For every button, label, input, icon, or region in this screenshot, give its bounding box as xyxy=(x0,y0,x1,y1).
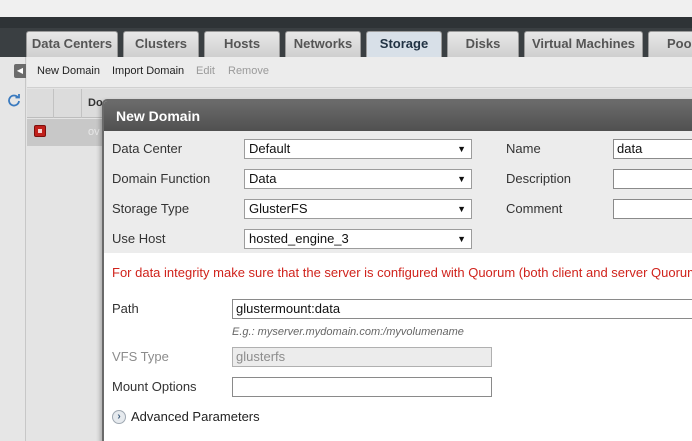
edit-button[interactable]: Edit xyxy=(196,65,215,77)
path-hint: E.g.: myserver.mydomain.com:/myvolumenam… xyxy=(232,326,464,338)
mount-options-input[interactable] xyxy=(232,377,492,397)
new-domain-dialog: New Domain Data Center Default ▼ Domain … xyxy=(102,99,692,441)
left-panel: ◀ xyxy=(0,57,26,441)
tab-clusters[interactable]: Clusters xyxy=(123,31,199,57)
vfs-type-label: VFS Type xyxy=(112,349,169,364)
use-host-label: Use Host xyxy=(112,231,166,246)
tab-data-centers[interactable]: Data Centers xyxy=(26,31,118,57)
top-header-strip xyxy=(0,17,692,28)
action-toolbar: New Domain Import Domain Edit Remove xyxy=(27,57,692,88)
tab-networks[interactable]: Networks xyxy=(285,31,361,57)
mount-options-label: Mount Options xyxy=(112,379,197,394)
storage-type-label: Storage Type xyxy=(112,201,190,216)
grid-header-domain-name[interactable]: Do xyxy=(88,97,103,109)
comment-label: Comment xyxy=(506,201,563,216)
comment-input[interactable] xyxy=(613,199,692,219)
domain-function-select[interactable]: Data ▼ xyxy=(244,169,472,189)
refresh-icon[interactable] xyxy=(7,93,21,107)
tab-pools[interactable]: Poo xyxy=(648,31,692,57)
vfs-type-input: glusterfs xyxy=(232,347,492,367)
import-domain-button[interactable]: Import Domain xyxy=(112,65,184,77)
storage-type-value: GlusterFS xyxy=(249,201,308,216)
chevron-right-icon[interactable]: › xyxy=(112,410,126,424)
domain-function-label: Domain Function xyxy=(112,171,211,186)
data-center-label: Data Center xyxy=(112,141,183,156)
name-input[interactable]: data xyxy=(613,139,692,159)
use-host-value: hosted_engine_3 xyxy=(249,231,349,246)
grid-column-divider xyxy=(53,89,54,118)
grid-column-divider xyxy=(81,89,82,118)
chevron-left-icon[interactable]: ◀ xyxy=(14,64,26,78)
path-label: Path xyxy=(112,301,139,316)
name-label: Name xyxy=(506,141,541,156)
new-domain-button[interactable]: New Domain xyxy=(37,65,100,77)
remove-button[interactable]: Remove xyxy=(228,65,269,77)
triangle-down-icon: ▼ xyxy=(457,234,466,244)
tab-storage[interactable]: Storage xyxy=(366,31,442,57)
storage-type-select[interactable]: GlusterFS ▼ xyxy=(244,199,472,219)
status-down-icon xyxy=(34,125,46,137)
use-host-select[interactable]: hosted_engine_3 ▼ xyxy=(244,229,472,249)
triangle-down-icon: ▼ xyxy=(457,144,466,154)
quorum-warning: For data integrity make sure that the se… xyxy=(112,265,692,280)
dialog-title: New Domain xyxy=(104,101,692,131)
triangle-down-icon: ▼ xyxy=(457,204,466,214)
table-row-name: ov xyxy=(88,126,100,138)
main-tabs: Data Centers Clusters Hosts Networks Sto… xyxy=(0,28,692,57)
top-header xyxy=(0,0,692,17)
triangle-down-icon: ▼ xyxy=(457,174,466,184)
data-center-select[interactable]: Default ▼ xyxy=(244,139,472,159)
dialog-general-section: Data Center Default ▼ Domain Function Da… xyxy=(104,131,692,253)
path-input[interactable]: glustermount:data xyxy=(232,299,692,319)
domain-function-value: Data xyxy=(249,171,277,186)
tab-disks[interactable]: Disks xyxy=(447,31,519,57)
description-label: Description xyxy=(506,171,572,186)
data-center-value: Default xyxy=(249,141,291,156)
advanced-parameters-toggle[interactable]: Advanced Parameters xyxy=(131,409,260,424)
description-input[interactable] xyxy=(613,169,692,189)
tab-virtual-machines[interactable]: Virtual Machines xyxy=(524,31,643,57)
tab-hosts[interactable]: Hosts xyxy=(204,31,280,57)
